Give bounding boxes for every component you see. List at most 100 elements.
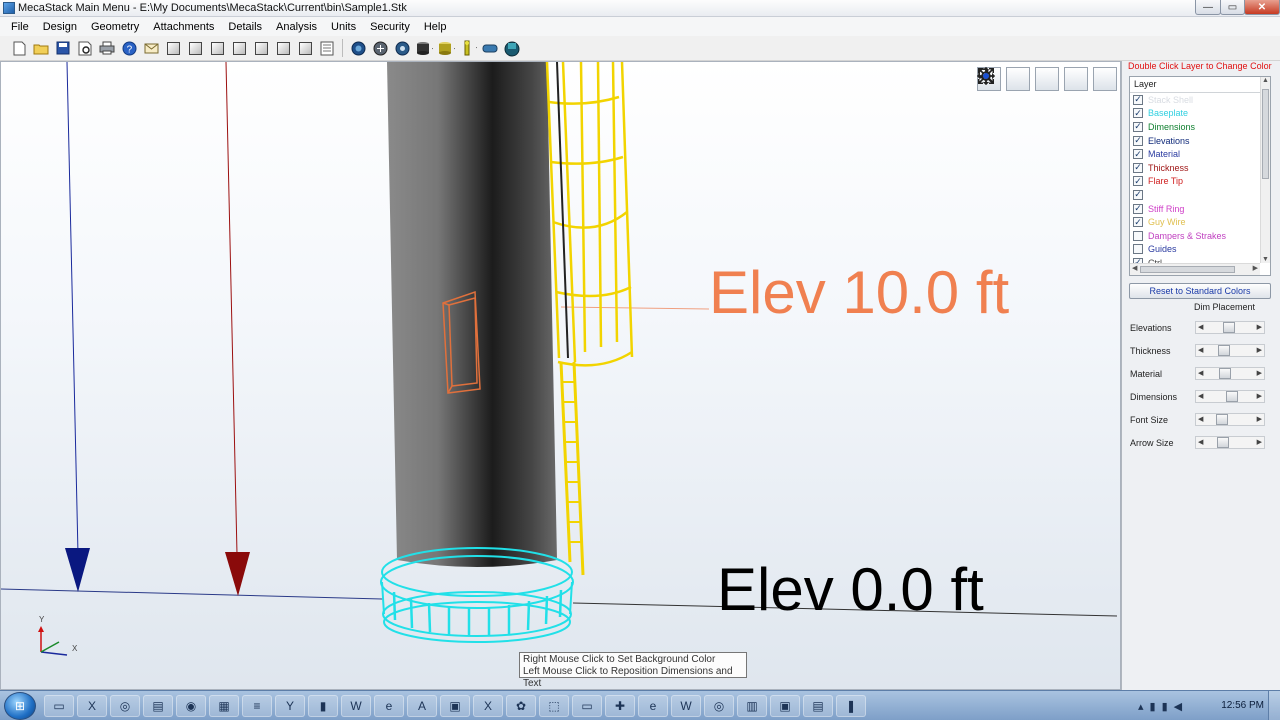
slider-right-arrow-icon[interactable]: ▶ <box>1257 415 1262 423</box>
slider-left-arrow-icon[interactable]: ◀ <box>1198 346 1203 354</box>
taskbar-app-icon[interactable]: ◎ <box>704 695 734 717</box>
layer-list-vscroll-thumb[interactable] <box>1262 89 1269 179</box>
layer-item[interactable]: ✓ Flare Tip <box>1130 175 1270 189</box>
slider-thumb[interactable] <box>1215 414 1228 425</box>
fit-extents-icon[interactable] <box>978 67 1117 91</box>
start-button[interactable]: ⊞ <box>4 692 36 720</box>
open-folder-icon[interactable] <box>32 39 50 57</box>
slider-thumb[interactable] <box>1218 368 1231 379</box>
layer-checkbox[interactable]: ✓ <box>1133 203 1143 214</box>
slider-right-arrow-icon[interactable]: ▶ <box>1257 369 1262 377</box>
taskbar-app-icon[interactable]: ≡ <box>242 695 272 717</box>
taskbar-app-icon[interactable]: ▣ <box>770 695 800 717</box>
slider-right-arrow-icon[interactable]: ▶ <box>1257 392 1262 400</box>
rotate-icon[interactable] <box>977 67 1088 91</box>
tray-volume-icon[interactable]: ◀ <box>1174 700 1182 713</box>
layer-list-hscroll[interactable]: ◀ ▶ <box>1130 263 1260 275</box>
taskbar-app-icon[interactable]: Y <box>275 695 305 717</box>
layer-list-vscroll[interactable]: ▲ ▼ <box>1260 77 1270 263</box>
layer-item[interactable]: ✓ <box>1130 188 1270 202</box>
scroll-right-arrow-icon[interactable]: ▶ <box>1253 264 1258 272</box>
help-icon[interactable]: ? <box>120 39 138 57</box>
ladder-icon[interactable] <box>459 39 477 57</box>
taskbar-app-icon[interactable]: ◎ <box>110 695 140 717</box>
layer-item[interactable]: ✓ Dimensions <box>1130 120 1270 134</box>
taskbar-app-icon[interactable]: e <box>374 695 404 717</box>
slider-left-arrow-icon[interactable]: ◀ <box>1198 438 1203 446</box>
taskbar-app-icon[interactable]: W <box>341 695 371 717</box>
layer-checkbox[interactable]: ✓ <box>1133 135 1143 146</box>
taskbar-app-icon[interactable]: ✿ <box>506 695 536 717</box>
taskbar-app-icon[interactable]: ▣ <box>440 695 470 717</box>
layer-checkbox[interactable]: ✓ <box>1133 94 1143 105</box>
dim-slider[interactable]: ◀ ▶ <box>1195 436 1265 449</box>
taskbar-app-icon[interactable]: ▤ <box>803 695 833 717</box>
slider-left-arrow-icon[interactable]: ◀ <box>1198 323 1203 331</box>
scroll-up-arrow-icon[interactable]: ▲ <box>1262 77 1269 84</box>
stack-view-6-icon[interactable] <box>274 39 292 57</box>
slider-right-arrow-icon[interactable]: ▶ <box>1257 323 1262 331</box>
layer-item[interactable]: Dampers & Strakes <box>1130 229 1270 243</box>
seismic-icon[interactable] <box>393 39 411 57</box>
slider-thumb[interactable] <box>1217 345 1230 356</box>
taskbar-app-icon[interactable]: W <box>671 695 701 717</box>
taskbar-app-icon[interactable]: ▦ <box>209 695 239 717</box>
taskbar-app-icon[interactable]: X <box>77 695 107 717</box>
globe-icon[interactable] <box>349 39 367 57</box>
stack-view-2-icon[interactable] <box>186 39 204 57</box>
layer-checkbox[interactable]: ✓ <box>1133 162 1143 173</box>
dim-slider[interactable]: ◀ ▶ <box>1195 390 1265 403</box>
stack-view-8-icon[interactable] <box>318 39 336 57</box>
reset-colors-button[interactable]: Reset to Standard Colors <box>1129 283 1271 299</box>
layer-list-hscroll-thumb[interactable] <box>1140 266 1235 273</box>
taskbar-app-icon[interactable]: ❚ <box>836 695 866 717</box>
slider-left-arrow-icon[interactable]: ◀ <box>1198 392 1203 400</box>
menu-file[interactable]: File <box>4 21 36 33</box>
stack-view-4-icon[interactable] <box>230 39 248 57</box>
layer-checkbox[interactable] <box>1133 244 1143 255</box>
menu-units[interactable]: Units <box>324 21 363 33</box>
scroll-down-arrow-icon[interactable]: ▼ <box>1262 256 1269 263</box>
layer-checkbox[interactable]: ✓ <box>1133 121 1143 132</box>
wind-icon[interactable] <box>371 39 389 57</box>
layer-list[interactable]: Layer ✓ Stack Shell ✓ Baseplate ✓ Dimensions ✓… <box>1129 76 1271 276</box>
taskbar-app-icon[interactable]: ✚ <box>605 695 635 717</box>
pan-icon[interactable] <box>977 67 1059 91</box>
layer-item[interactable]: ✓ Elevations <box>1130 134 1270 148</box>
taskbar-app-icon[interactable]: ⬚ <box>539 695 569 717</box>
slider-right-arrow-icon[interactable]: ▶ <box>1257 346 1262 354</box>
elevation-bottom-label[interactable]: Elev 0.0 ft <box>717 555 984 624</box>
slider-right-arrow-icon[interactable]: ▶ <box>1257 438 1262 446</box>
slider-thumb[interactable] <box>1216 437 1229 448</box>
taskbar-app-icon[interactable]: X <box>473 695 503 717</box>
taskbar-app-icon[interactable]: ▮ <box>308 695 338 717</box>
print-preview-icon[interactable] <box>76 39 94 57</box>
new-file-icon[interactable] <box>10 39 28 57</box>
dim-slider[interactable]: ◀ ▶ <box>1195 413 1265 426</box>
pipe-icon[interactable] <box>481 39 499 57</box>
layer-item[interactable]: ✓ Stiff Ring <box>1130 202 1270 216</box>
layer-checkbox[interactable] <box>1133 230 1143 241</box>
dim-slider[interactable]: ◀ ▶ <box>1195 367 1265 380</box>
menu-security[interactable]: Security <box>363 21 417 33</box>
slider-thumb[interactable] <box>1225 391 1238 402</box>
3d-viewport[interactable]: Y X Elev 10.0 ft Elev 0.0 ft Right Mouse… <box>0 61 1121 690</box>
taskbar-app-icon[interactable]: e <box>638 695 668 717</box>
stack-view-5-icon[interactable] <box>252 39 270 57</box>
dim-slider[interactable]: ◀ ▶ <box>1195 321 1265 334</box>
slider-thumb[interactable] <box>1222 322 1235 333</box>
show-desktop-button[interactable] <box>1268 691 1280 720</box>
zoom-icon[interactable] <box>978 67 1030 91</box>
layer-checkbox[interactable]: ✓ <box>1133 176 1143 187</box>
layer-item[interactable]: ✓ Stack Shell <box>1130 93 1270 107</box>
mail-icon[interactable] <box>142 39 160 57</box>
scroll-left-arrow-icon[interactable]: ◀ <box>1132 264 1137 272</box>
menu-geometry[interactable]: Geometry <box>84 21 146 33</box>
layer-item[interactable]: ✓ Thickness <box>1130 161 1270 175</box>
print-icon[interactable] <box>98 39 116 57</box>
menu-details[interactable]: Details <box>221 21 269 33</box>
slider-left-arrow-icon[interactable]: ◀ <box>1198 369 1203 377</box>
layer-checkbox[interactable]: ✓ <box>1133 217 1143 228</box>
layer-item[interactable]: ✓ Guy Wire <box>1130 215 1270 229</box>
menu-design[interactable]: Design <box>36 21 84 33</box>
